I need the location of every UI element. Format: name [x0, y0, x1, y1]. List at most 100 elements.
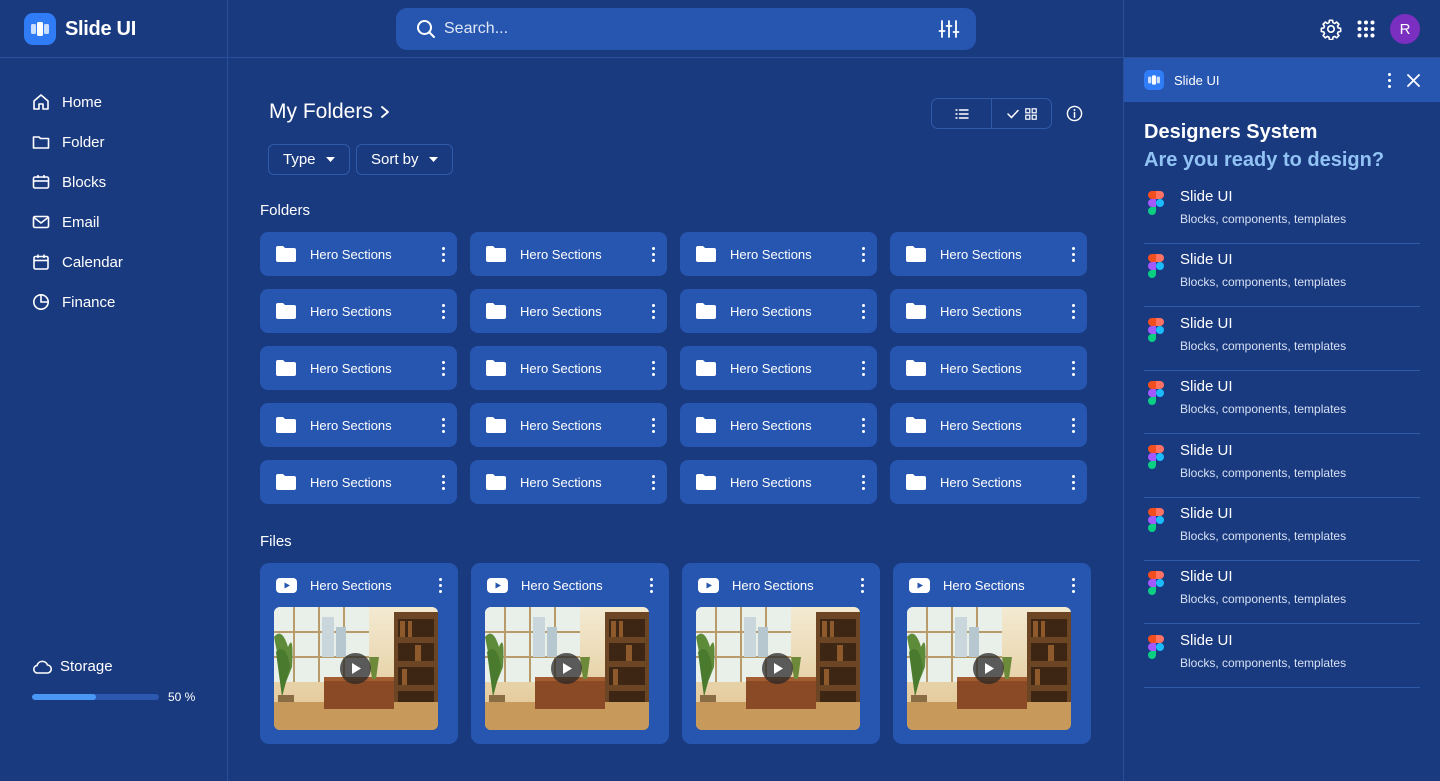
- more-vertical-icon[interactable]: [861, 474, 865, 490]
- more-vertical-icon[interactable]: [651, 303, 655, 319]
- sort-by-dropdown[interactable]: Sort by: [356, 144, 453, 175]
- folder-card[interactable]: Hero Sections: [680, 346, 877, 390]
- panel-item-subtitle: Blocks, components, templates: [1180, 338, 1347, 353]
- file-name: Hero Sections: [943, 577, 1025, 593]
- apps-grid-icon[interactable]: [1356, 19, 1376, 39]
- brand[interactable]: Slide UI: [24, 13, 136, 45]
- folder-card[interactable]: Hero Sections: [680, 232, 877, 276]
- video-thumbnail[interactable]: [485, 607, 649, 730]
- search-input[interactable]: [444, 20, 938, 38]
- file-card[interactable]: Hero Sections: [682, 563, 880, 744]
- more-vertical-icon[interactable]: [1387, 72, 1391, 88]
- folder-card[interactable]: Hero Sections: [470, 289, 667, 333]
- more-vertical-icon[interactable]: [441, 360, 445, 376]
- panel-list-item[interactable]: Slide UI Blocks, components, templates: [1144, 243, 1420, 308]
- sidebar-item-blocks[interactable]: Blocks: [32, 170, 106, 194]
- folder-card[interactable]: Hero Sections: [890, 232, 1087, 276]
- panel-list-item[interactable]: Slide UI Blocks, components, templates: [1144, 434, 1420, 498]
- folder-filled-icon: [276, 417, 296, 433]
- panel-list-item[interactable]: Slide UI Blocks, components, templates: [1144, 560, 1420, 625]
- file-name: Hero Sections: [310, 577, 392, 593]
- video-thumbnail[interactable]: [907, 607, 1071, 730]
- folder-card[interactable]: Hero Sections: [890, 403, 1087, 447]
- more-vertical-icon[interactable]: [651, 360, 655, 376]
- more-vertical-icon[interactable]: [860, 577, 864, 593]
- sidebar-item-email[interactable]: Email: [32, 210, 100, 234]
- more-vertical-icon[interactable]: [861, 417, 865, 433]
- more-vertical-icon[interactable]: [651, 246, 655, 262]
- figma-logo-icon: [1148, 444, 1164, 469]
- folder-card[interactable]: Hero Sections: [260, 460, 457, 504]
- more-vertical-icon[interactable]: [1071, 360, 1075, 376]
- video-play-icon: [487, 577, 508, 593]
- more-vertical-icon[interactable]: [441, 417, 445, 433]
- more-vertical-icon[interactable]: [438, 577, 442, 593]
- folder-name: Hero Sections: [520, 360, 602, 376]
- folder-card[interactable]: Hero Sections: [890, 460, 1087, 504]
- close-icon[interactable]: [1407, 73, 1420, 87]
- home-icon: [33, 94, 49, 110]
- folder-card[interactable]: Hero Sections: [890, 289, 1087, 333]
- more-vertical-icon[interactable]: [441, 474, 445, 490]
- more-vertical-icon[interactable]: [441, 246, 445, 262]
- folder-card[interactable]: Hero Sections: [470, 232, 667, 276]
- file-card[interactable]: Hero Sections: [260, 563, 458, 744]
- folder-card[interactable]: Hero Sections: [470, 346, 667, 390]
- play-button[interactable]: [973, 653, 1004, 684]
- file-card[interactable]: Hero Sections: [471, 563, 669, 744]
- panel-list-item[interactable]: Slide UI Blocks, components, templates: [1144, 497, 1420, 561]
- folder-card[interactable]: Hero Sections: [260, 346, 457, 390]
- panel-item-title: Slide UI: [1180, 314, 1233, 332]
- search-bar[interactable]: [396, 8, 976, 50]
- play-button[interactable]: [551, 653, 582, 684]
- video-thumbnail[interactable]: [696, 607, 860, 730]
- more-vertical-icon[interactable]: [1071, 474, 1075, 490]
- list-view-button[interactable]: [932, 99, 991, 128]
- more-vertical-icon[interactable]: [1071, 577, 1075, 593]
- settings-gear-icon[interactable]: [1320, 18, 1342, 40]
- more-vertical-icon[interactable]: [861, 303, 865, 319]
- play-button[interactable]: [340, 653, 371, 684]
- more-vertical-icon[interactable]: [861, 360, 865, 376]
- folder-card[interactable]: Hero Sections: [260, 289, 457, 333]
- user-avatar[interactable]: R: [1390, 14, 1420, 44]
- info-icon[interactable]: [1066, 105, 1083, 122]
- video-thumbnail[interactable]: [274, 607, 438, 730]
- view-toggle: [931, 98, 1052, 129]
- play-button[interactable]: [762, 653, 793, 684]
- more-vertical-icon[interactable]: [649, 577, 653, 593]
- file-card[interactable]: Hero Sections: [893, 563, 1091, 744]
- more-vertical-icon[interactable]: [441, 303, 445, 319]
- panel-list-item[interactable]: Slide UI Blocks, components, templates: [1144, 624, 1420, 688]
- folder-card[interactable]: Hero Sections: [680, 403, 877, 447]
- folders-section-label: Folders: [260, 202, 311, 219]
- folder-card[interactable]: Hero Sections: [470, 403, 667, 447]
- more-vertical-icon[interactable]: [1071, 303, 1075, 319]
- more-vertical-icon[interactable]: [651, 474, 655, 490]
- sidebar-item-calendar[interactable]: Calendar: [32, 250, 123, 274]
- panel-item-subtitle: Blocks, components, templates: [1180, 465, 1347, 480]
- folder-card[interactable]: Hero Sections: [680, 460, 877, 504]
- folder-card[interactable]: Hero Sections: [260, 403, 457, 447]
- sidebar-item-folder[interactable]: Folder: [32, 130, 105, 154]
- filter-sliders-icon[interactable]: [938, 18, 960, 40]
- grid-view-button[interactable]: [991, 99, 1051, 128]
- folder-card[interactable]: Hero Sections: [890, 346, 1087, 390]
- more-vertical-icon[interactable]: [861, 246, 865, 262]
- panel-item-subtitle: Blocks, components, templates: [1180, 655, 1347, 670]
- folder-card[interactable]: Hero Sections: [470, 460, 667, 504]
- more-vertical-icon[interactable]: [1071, 417, 1075, 433]
- folder-card[interactable]: Hero Sections: [260, 232, 457, 276]
- page-title-row[interactable]: My Folders: [269, 100, 391, 124]
- figma-logo-icon: [1148, 634, 1164, 659]
- panel-list-item[interactable]: Slide UI Blocks, components, templates: [1144, 307, 1420, 371]
- more-vertical-icon[interactable]: [1071, 246, 1075, 262]
- sidebar-item-finance[interactable]: Finance: [32, 290, 115, 314]
- panel-list-item[interactable]: Slide UI Blocks, components, templates: [1144, 370, 1420, 435]
- folder-filled-icon: [486, 246, 506, 262]
- type-filter-dropdown[interactable]: Type: [268, 144, 350, 175]
- folder-card[interactable]: Hero Sections: [680, 289, 877, 333]
- panel-list-item[interactable]: Slide UI Blocks, components, templates: [1144, 180, 1420, 244]
- more-vertical-icon[interactable]: [651, 417, 655, 433]
- sidebar-item-home[interactable]: Home: [32, 90, 102, 114]
